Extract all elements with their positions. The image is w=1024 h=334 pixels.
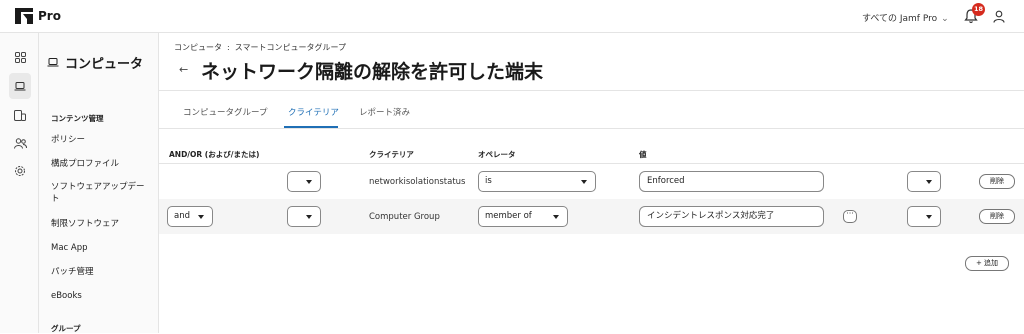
add-label: 追加 (984, 259, 999, 267)
environment-label: すべての Jamf Pro (862, 14, 938, 24)
main-content: コンピュータ: スマートコンピュータグループ ← ネットワーク隔離の解除を許可した… (159, 33, 1024, 333)
operator-value: is (485, 176, 492, 186)
caret-down-icon (553, 215, 559, 219)
andor-value: and (174, 211, 190, 221)
product-name: Pro (38, 9, 61, 23)
jamf-logo-icon[interactable] (15, 8, 33, 24)
header-criteria: クライテリア (369, 150, 414, 159)
sidebar: コンピュータ コンテンツ管理 ポリシー 構成プロファイル ソフトウェアアップデー… (39, 33, 159, 333)
sidebar-item-config-profiles[interactable]: 構成プロファイル (51, 158, 151, 170)
table-row: and Computer Group member of インシデントレスポンス… (159, 199, 1024, 234)
header-operator: オペレータ (478, 150, 516, 159)
back-arrow-icon[interactable]: ← (179, 63, 188, 76)
page-title: ネットワーク隔離の解除を許可した端末 (201, 61, 544, 83)
users-icon[interactable] (10, 133, 30, 153)
operator-value: member of (485, 211, 532, 221)
header-andor: AND/OR (および/または) (169, 150, 260, 159)
operator-select[interactable]: member of (478, 206, 568, 227)
andor-select[interactable]: and (167, 206, 213, 227)
caret-down-icon (581, 180, 587, 184)
sidebar-item-software-updates[interactable]: ソフトウェアアップデート (51, 181, 151, 205)
icon-rail (0, 33, 39, 333)
sidebar-item-restricted-software[interactable]: 制限ソフトウェア (51, 218, 151, 230)
sidebar-item-mac-app[interactable]: Mac App (51, 242, 151, 254)
dashboard-icon[interactable] (10, 47, 30, 67)
breadcrumb-separator: : (227, 43, 230, 52)
value-text: Enforced (647, 176, 685, 186)
criteria-name: networkisolationstatus (369, 177, 466, 187)
sidebar-item-policies[interactable]: ポリシー (51, 134, 151, 146)
caret-down-icon (198, 215, 204, 219)
devices-icon[interactable] (10, 105, 30, 125)
sidebar-title: コンピュータ (47, 53, 143, 72)
close-paren-select[interactable] (907, 206, 941, 227)
top-bar: Pro すべての Jamf Pro ⌄ 18 (0, 0, 1024, 33)
tab-bar: コンピュータグループ クライテリア レポート済み (159, 91, 1024, 129)
more-options-button[interactable]: ··· (843, 210, 857, 223)
sidebar-section-content: コンテンツ管理 (51, 114, 104, 123)
breadcrumb-current[interactable]: スマートコンピュータグループ (235, 43, 346, 52)
active-tab-indicator (284, 126, 338, 128)
sidebar-section-groups: グループ (51, 324, 81, 333)
value-text: インシデントレスポンス対応完了 (647, 211, 775, 221)
notification-badge: 18 (972, 3, 985, 16)
delete-button[interactable]: 削除 (979, 209, 1015, 224)
tab-criteria[interactable]: クライテリア (288, 106, 339, 118)
criteria-name: Computer Group (369, 212, 440, 222)
caret-down-icon (306, 180, 312, 184)
computer-icon (47, 58, 59, 67)
breadcrumb: コンピュータ: スマートコンピュータグループ (174, 42, 346, 53)
settings-gear-icon[interactable] (10, 161, 30, 181)
caret-down-icon (306, 215, 312, 219)
value-field[interactable]: Enforced (639, 171, 824, 192)
open-paren-select[interactable] (287, 171, 321, 192)
close-paren-select[interactable] (907, 171, 941, 192)
header-value: 値 (639, 150, 647, 159)
tab-computer-groups[interactable]: コンピュータグループ (183, 106, 268, 118)
add-criteria-button[interactable]: + 追加 (965, 256, 1009, 271)
open-paren-select[interactable] (287, 206, 321, 227)
delete-button[interactable]: 削除 (979, 174, 1015, 189)
table-row: networkisolationstatus is Enforced 削除 (159, 164, 1024, 199)
sidebar-item-ebooks[interactable]: eBooks (51, 290, 151, 302)
tab-reports[interactable]: レポート済み (359, 106, 410, 118)
computers-icon[interactable] (9, 73, 31, 99)
environment-selector[interactable]: すべての Jamf Pro ⌄ (862, 11, 949, 24)
value-field[interactable]: インシデントレスポンス対応完了 (639, 206, 824, 227)
breadcrumb-parent[interactable]: コンピュータ (174, 43, 222, 52)
caret-down-icon (926, 180, 932, 184)
plus-icon: + (975, 259, 982, 267)
sidebar-item-patch-management[interactable]: パッチ管理 (51, 266, 151, 278)
operator-select[interactable]: is (478, 171, 596, 192)
caret-down-icon (926, 215, 932, 219)
chevron-down-icon: ⌄ (941, 14, 949, 24)
user-icon[interactable] (993, 10, 1005, 23)
sidebar-title-label: コンピュータ (65, 57, 144, 72)
